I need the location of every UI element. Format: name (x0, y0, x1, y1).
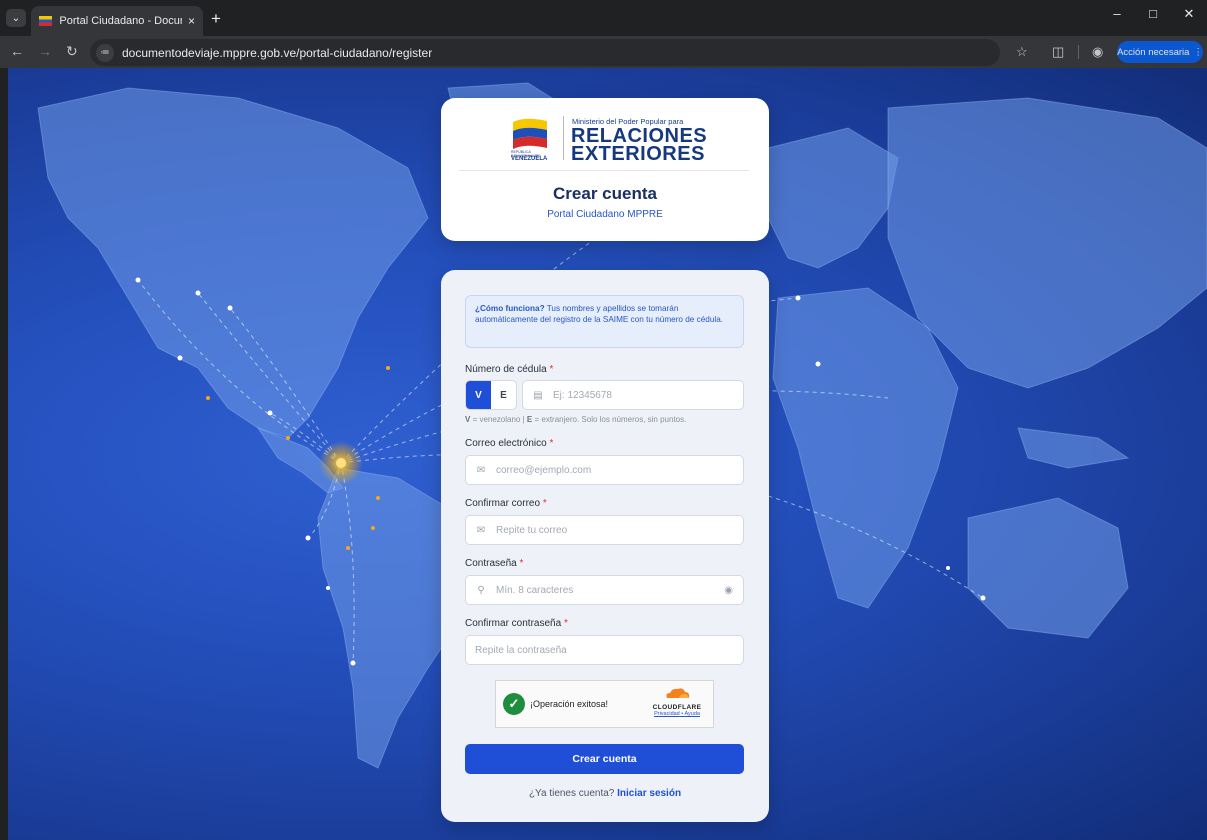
confirm-password-input[interactable]: Repite la contraseña (465, 635, 744, 665)
info-notice-strong: ¿Cómo funciona? (475, 304, 545, 313)
logo-line2: EXTERIORES (571, 143, 705, 165)
url-text: documentodeviaje.mppre.gob.ve/portal-ciu… (122, 45, 433, 60)
browser-tab-bar: ⌄ Portal Ciudadano - Documento × + – □ ✕ (0, 0, 1207, 36)
confirm-email-placeholder: Repite tu correo (496, 524, 568, 536)
nationality-v-button[interactable]: V (466, 381, 491, 409)
register-form-card: ¿Cómo funciona? Tus nombres y apellidos … (441, 270, 769, 822)
help-link[interactable]: Ayuda (684, 711, 700, 717)
minimize-icon[interactable]: – (1099, 6, 1135, 22)
login-prompt: ¿Ya tienes cuenta? Iniciar sesión (441, 788, 769, 799)
cedula-label: Número de cédula * (465, 364, 553, 375)
extensions-puzzle-icon[interactable]: ◫ (1052, 44, 1064, 60)
tab-search-chevron-icon[interactable]: ⌄ (6, 9, 26, 27)
required-mark: * (549, 364, 554, 375)
maximize-icon[interactable]: □ (1135, 6, 1171, 22)
venezuela-flag-icon (513, 118, 547, 149)
cloudflare-turnstile[interactable]: ✓ ¡Operación exitosa! CLOUDFLARE Privaci… (495, 680, 714, 728)
lock-icon: ⚲ (477, 584, 485, 596)
confirm-email-input[interactable]: ✉ Repite tu correo (465, 515, 744, 545)
confirm-email-label-text: Confirmar correo (465, 498, 541, 509)
password-placeholder: Mín. 8 caracteres (496, 584, 574, 596)
email-placeholder: correo@ejemplo.com (496, 464, 592, 476)
confirm-password-label-text: Confirmar contraseña (465, 618, 562, 629)
page-viewport: REPÚBLICA BOLIVARIANA DE VENEZUELA Minis… (8, 68, 1207, 840)
logo-divider (563, 116, 564, 160)
nationality-toggle: V E (465, 380, 517, 410)
mail-icon: ✉ (476, 464, 486, 476)
confirm-password-placeholder: Repite la contraseña (475, 644, 567, 656)
window-controls: – □ ✕ (1099, 6, 1207, 22)
success-check-icon: ✓ (503, 693, 525, 715)
info-notice: ¿Cómo funciona? Tus nombres y apellidos … (465, 295, 744, 348)
create-account-button[interactable]: Crear cuenta (465, 744, 744, 774)
action-required-button[interactable]: Acción necesaria ⋮ (1117, 41, 1203, 63)
nationality-e-button[interactable]: E (491, 381, 516, 409)
confirm-email-label: Confirmar correo * (465, 498, 547, 509)
bookmark-star-icon[interactable]: ☆ (1016, 44, 1028, 60)
cloudflare-name: CLOUDFLARE (652, 704, 702, 711)
close-window-icon[interactable]: ✕ (1171, 6, 1207, 22)
help-e-text: = extranjero. Solo los números, sin punt… (532, 415, 687, 424)
action-required-label: Acción necesaria (1117, 46, 1190, 58)
required-mark: * (542, 498, 547, 509)
password-label: Contraseña * (465, 558, 523, 569)
login-prompt-text: ¿Ya tienes cuenta? (528, 788, 618, 799)
cloudflare-brand: CLOUDFLARE Privacidad • Ayuda (647, 686, 707, 717)
required-mark: * (519, 558, 524, 569)
cedula-placeholder: Ej: 12345678 (553, 389, 612, 401)
email-label: Correo electrónico * (465, 438, 553, 449)
cedula-help-text: V = venezolano | E = extranjero. Solo lo… (465, 415, 686, 424)
mppre-logo: REPÚBLICA BOLIVARIANA DE VENEZUELA Minis… (511, 114, 707, 164)
new-tab-button[interactable]: + (211, 9, 221, 29)
email-label-text: Correo electrónico (465, 438, 547, 449)
help-v-text: = venezolano (470, 415, 521, 424)
cloudflare-cloud-icon (666, 688, 690, 698)
venezuela-flag-favicon-icon (39, 16, 53, 26)
mail-icon: ✉ (476, 524, 486, 536)
password-input[interactable]: ⚲ Mín. 8 caracteres ◉ (465, 575, 744, 605)
close-tab-icon[interactable]: × (188, 14, 195, 28)
login-link[interactable]: Iniciar sesión (617, 788, 681, 799)
header-card: REPÚBLICA BOLIVARIANA DE VENEZUELA Minis… (441, 98, 769, 241)
browser-toolbar: ← → ↻ ≔ documentodeviaje.mppre.gob.ve/po… (0, 36, 1207, 68)
header-divider (459, 170, 749, 171)
cedula-input[interactable]: ▤ Ej: 12345678 (522, 380, 744, 410)
page-title: Crear cuenta (553, 184, 657, 203)
forward-arrow-icon[interactable]: → (38, 43, 52, 59)
kebab-menu-icon: ⋮ (1193, 46, 1203, 58)
cloudflare-links: Privacidad • Ayuda (647, 711, 707, 717)
required-mark: * (563, 618, 568, 629)
reload-icon[interactable]: ↻ (66, 43, 78, 60)
logo-country-text: VENEZUELA (511, 156, 548, 162)
browser-tab[interactable]: Portal Ciudadano - Documento × (31, 6, 203, 36)
profile-icon[interactable]: ◉ (1092, 44, 1103, 60)
id-card-icon: ▤ (533, 389, 543, 401)
address-bar[interactable]: ≔ documentodeviaje.mppre.gob.ve/portal-c… (90, 39, 1000, 66)
site-info-icon[interactable]: ≔ (96, 43, 114, 62)
show-password-eye-icon[interactable]: ◉ (724, 585, 733, 596)
captcha-status: ¡Operación exitosa! (530, 699, 609, 709)
cedula-label-text: Número de cédula (465, 364, 547, 375)
privacy-link[interactable]: Privacidad (654, 711, 680, 717)
email-input[interactable]: ✉ correo@ejemplo.com (465, 455, 744, 485)
required-mark: * (549, 438, 554, 449)
back-arrow-icon[interactable]: ← (10, 43, 24, 59)
confirm-password-label: Confirmar contraseña * (465, 618, 568, 629)
password-label-text: Contraseña (465, 558, 517, 569)
page-subtitle: Portal Ciudadano MPPRE (547, 209, 663, 220)
toolbar-divider (1078, 45, 1079, 59)
tab-title: Portal Ciudadano - Documento (59, 15, 182, 27)
